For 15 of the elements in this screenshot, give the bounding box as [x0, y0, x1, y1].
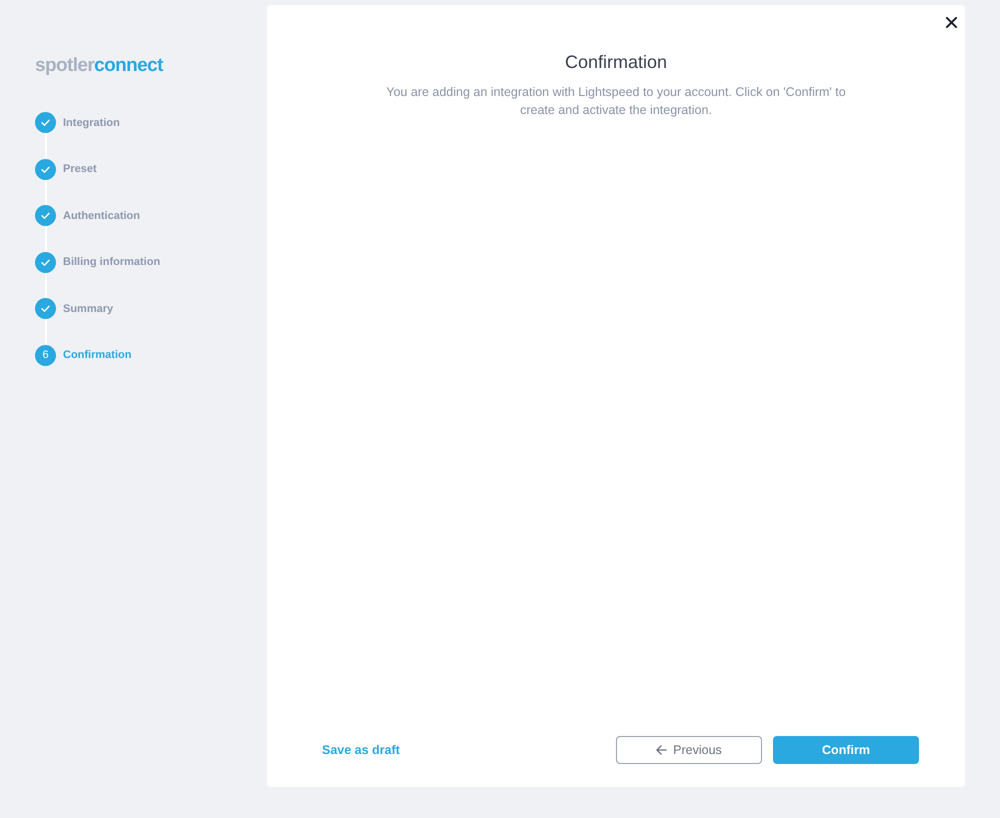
- step-label[interactable]: Authentication: [63, 210, 140, 222]
- arrow-left-icon: [656, 745, 668, 755]
- step-label[interactable]: Confirmation: [63, 349, 132, 362]
- dialog-title: Confirmation: [564, 51, 668, 74]
- step-label[interactable]: Preset: [63, 163, 97, 176]
- logo: spotlerconnect: [35, 54, 163, 78]
- confirm-button[interactable]: Confirm: [773, 736, 919, 764]
- step-label[interactable]: Billing information: [63, 256, 160, 268]
- save-draft-link[interactable]: Save as draft: [322, 743, 400, 757]
- dialog-description: You are adding an integration with Lightspeed to your account. Click on 'Confirm' to create and activate the integration.: [385, 84, 847, 119]
- close-icon[interactable]: [946, 17, 957, 28]
- step-label[interactable]: Integration: [63, 116, 120, 128]
- step-number: 6: [35, 344, 56, 366]
- step-label[interactable]: Summary: [63, 302, 114, 315]
- previous-button[interactable]: Previous: [616, 736, 762, 764]
